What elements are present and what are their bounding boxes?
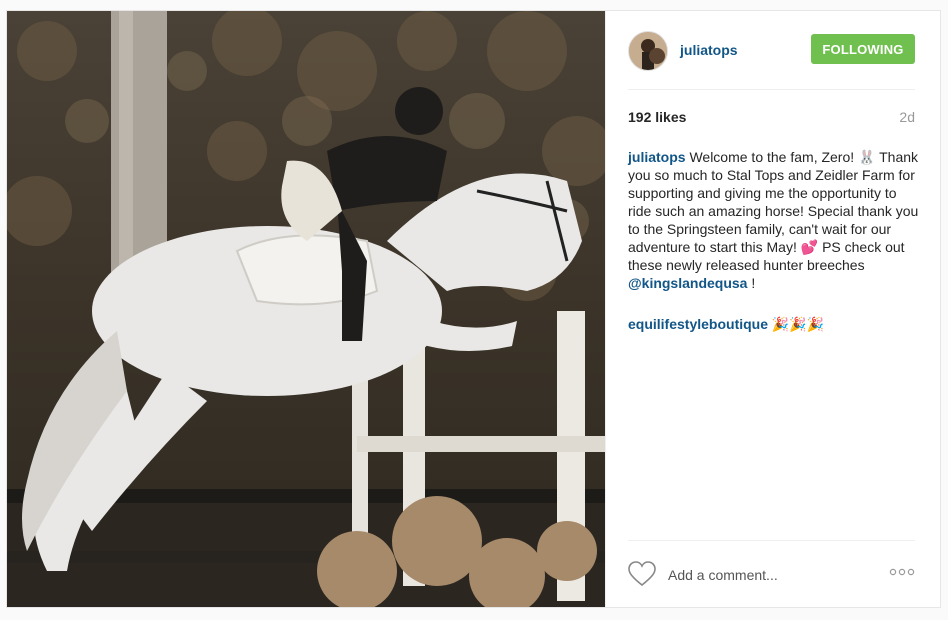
- post-sidebar: juliatops FOLLOWING 192 likes 2d juliato…: [605, 11, 940, 607]
- caption-text: Welcome to the fam, Zero!: [685, 149, 859, 165]
- post-header: juliatops FOLLOWING: [628, 31, 915, 71]
- rabbit-emoji: 🐰: [858, 149, 876, 165]
- hearts-emoji: 💕: [800, 239, 819, 255]
- caption: juliatops Welcome to the fam, Zero! 🐰 Th…: [628, 148, 920, 292]
- post-age[interactable]: 2d: [899, 109, 915, 125]
- add-comment-input[interactable]: [666, 563, 890, 587]
- likes-count[interactable]: 192 likes: [628, 109, 686, 125]
- following-button[interactable]: FOLLOWING: [811, 34, 915, 64]
- more-options-icon[interactable]: [889, 565, 915, 579]
- post-footer: [628, 559, 915, 593]
- post-card: juliatops FOLLOWING 192 likes 2d juliato…: [6, 10, 941, 608]
- post-photo[interactable]: [7, 11, 605, 607]
- caption-text: !: [747, 275, 756, 291]
- horse-jump-photo: [7, 11, 605, 607]
- heart-icon[interactable]: [628, 561, 656, 587]
- avatar[interactable]: [628, 31, 668, 71]
- caption-author-link[interactable]: juliatops: [628, 149, 686, 165]
- username-link[interactable]: juliatops: [680, 42, 738, 58]
- mention-link[interactable]: @kingslandequsa: [628, 275, 747, 291]
- comment: equilifestyleboutique 🎉🎉🎉: [628, 315, 920, 333]
- party-emojis: 🎉🎉🎉: [768, 316, 825, 332]
- comment-author-link[interactable]: equilifestyleboutique: [628, 316, 768, 332]
- divider: [628, 540, 915, 541]
- divider: [628, 89, 915, 90]
- avatar-image: [629, 32, 667, 70]
